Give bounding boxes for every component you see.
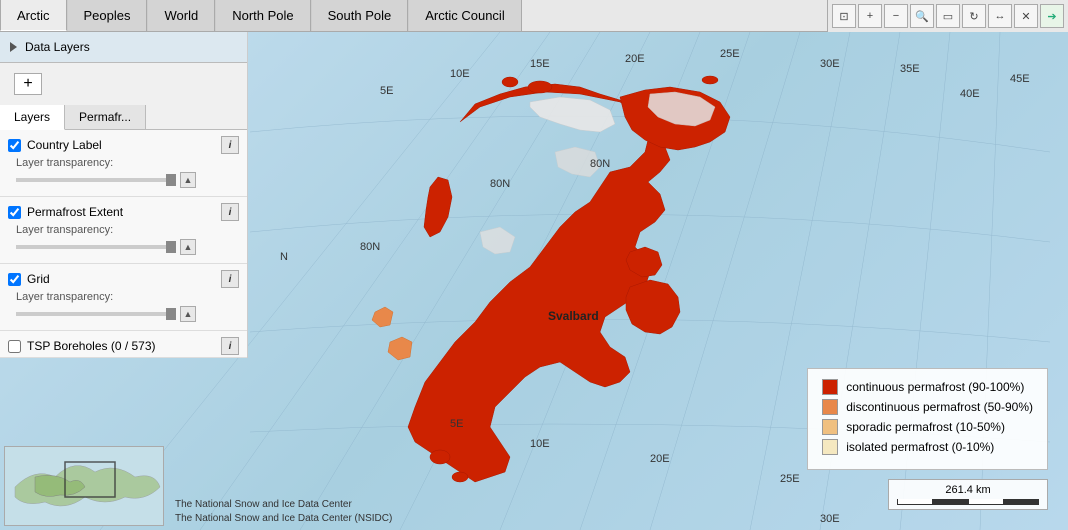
scale-label: 261.4 km — [945, 484, 990, 496]
data-layers-label: Data Layers — [25, 40, 90, 54]
svg-text:25E: 25E — [720, 48, 740, 60]
layer-permafrost-extent: Permafrost Extent i Layer transparency: … — [0, 197, 247, 264]
svg-text:80N: 80N — [490, 178, 510, 190]
zoom-out-button[interactable]: − — [884, 4, 908, 28]
tab-peoples[interactable]: Peoples — [67, 0, 148, 31]
transparency-up-1[interactable]: ▲ — [180, 239, 196, 255]
grid-checkbox[interactable] — [8, 273, 21, 286]
country-label-checkbox[interactable] — [8, 139, 21, 152]
legend-discontinuous: discontinuous permafrost (50-90%) — [822, 399, 1033, 415]
tab-south-pole[interactable]: South Pole — [311, 0, 409, 31]
layer-grid: Grid i Layer transparency: ▲ — [0, 264, 247, 331]
mini-map[interactable] — [4, 446, 164, 526]
tsp-boreholes-checkbox[interactable] — [8, 340, 21, 353]
grid-name: Grid — [27, 272, 215, 286]
tsp-boreholes-info-button[interactable]: i — [221, 337, 239, 355]
svg-text:45E: 45E — [1010, 73, 1030, 85]
legend-color-continuous — [822, 379, 838, 395]
zoom-in-button[interactable]: + — [858, 4, 882, 28]
attribution-line1: The National Snow and Ice Data Center — [175, 498, 392, 512]
permafrost-extent-info-button[interactable]: i — [221, 203, 239, 221]
svg-text:25E: 25E — [780, 473, 800, 485]
map-container[interactable]: 20E 25E 15E 10E 5E 30E 35E 45E 40E 5E 10… — [0, 32, 1068, 530]
attribution-line2: The National Snow and Ice Data Center (N… — [175, 512, 392, 526]
svg-text:15E: 15E — [530, 58, 550, 70]
svg-text:30E: 30E — [820, 58, 840, 70]
legend-label-continuous: continuous permafrost (90-100%) — [846, 380, 1024, 394]
tab-world[interactable]: World — [147, 0, 215, 31]
zoom-box-button[interactable]: ⊡ — [832, 4, 856, 28]
svg-text:20E: 20E — [625, 53, 645, 65]
tab-arctic-council[interactable]: Arctic Council — [408, 0, 521, 31]
svg-text:80N: 80N — [360, 241, 380, 253]
left-panel: Data Layers + Layers Permafr... Country … — [0, 32, 248, 358]
close-button[interactable]: ✕ — [1014, 4, 1038, 28]
legend-color-sporadic — [822, 419, 838, 435]
add-layer-button[interactable]: + — [14, 73, 42, 95]
tab-permafrost[interactable]: Permafr... — [65, 105, 146, 129]
legend-color-discontinuous — [822, 399, 838, 415]
scale-bar: 261.4 km — [888, 479, 1048, 510]
country-label-transparency: Layer transparency: ▲ — [8, 154, 239, 194]
legend-label-isolated: isolated permafrost (0-10%) — [846, 440, 994, 454]
svg-text:10E: 10E — [450, 68, 470, 80]
map-toolbar: ⊡ + − 🔍 ▭ ↻ ↔ ✕ ➔ — [827, 0, 1068, 32]
grid-transparency: Layer transparency: ▲ — [8, 288, 239, 328]
country-label-name: Country Label — [27, 138, 215, 152]
country-label-info-button[interactable]: i — [221, 136, 239, 154]
svg-text:20E: 20E — [650, 453, 670, 465]
zoom-extent-button[interactable]: ▭ — [936, 4, 960, 28]
svg-text:10E: 10E — [530, 438, 550, 450]
tab-north-pole[interactable]: North Pole — [215, 0, 310, 31]
add-icon: + — [23, 76, 32, 92]
data-layers-header[interactable]: Data Layers — [0, 32, 247, 63]
transparency-up-0[interactable]: ▲ — [180, 172, 196, 188]
measure-button[interactable]: ↔ — [988, 4, 1012, 28]
legend-isolated: isolated permafrost (0-10%) — [822, 439, 1033, 455]
legend-label-sporadic: sporadic permafrost (10-50%) — [846, 420, 1005, 434]
svg-text:Svalbard: Svalbard — [548, 309, 599, 323]
transparency-up-2[interactable]: ▲ — [180, 306, 196, 322]
legend-continuous: continuous permafrost (90-100%) — [822, 379, 1033, 395]
transparency-slider-2[interactable] — [16, 312, 176, 316]
tab-layers[interactable]: Layers — [0, 105, 65, 130]
top-navigation: Arctic Peoples World North Pole South Po… — [0, 0, 1068, 32]
legend-sporadic: sporadic permafrost (10-50%) — [822, 419, 1033, 435]
legend-color-isolated — [822, 439, 838, 455]
transparency-label-2: Layer transparency: — [16, 291, 231, 303]
export-button[interactable]: ➔ — [1040, 4, 1064, 28]
grid-info-button[interactable]: i — [221, 270, 239, 288]
transparency-slider-1[interactable] — [16, 245, 176, 249]
permafrost-extent-name: Permafrost Extent — [27, 205, 215, 219]
collapse-icon — [10, 42, 17, 52]
transparency-label-1: Layer transparency: — [16, 224, 231, 236]
transparency-slider-0[interactable] — [16, 178, 176, 182]
legend: continuous permafrost (90-100%) disconti… — [807, 368, 1048, 470]
svg-text:5E: 5E — [380, 85, 393, 97]
svg-text:30E: 30E — [820, 513, 840, 525]
permafrost-extent-checkbox[interactable] — [8, 206, 21, 219]
layer-tsp-boreholes: TSP Boreholes (0 / 573) i — [0, 331, 247, 358]
tsp-boreholes-name: TSP Boreholes (0 / 573) — [27, 339, 215, 353]
svg-text:40E: 40E — [960, 88, 980, 100]
permafrost-extent-transparency: Layer transparency: ▲ — [8, 221, 239, 261]
svg-text:80N: 80N — [590, 158, 610, 170]
legend-label-discontinuous: discontinuous permafrost (50-90%) — [846, 400, 1033, 414]
transparency-label-0: Layer transparency: — [16, 157, 231, 169]
search-button[interactable]: 🔍 — [910, 4, 934, 28]
layer-country-label: Country Label i Layer transparency: ▲ — [0, 130, 247, 197]
pan-button[interactable]: ↻ — [962, 4, 986, 28]
scale-bar-line — [897, 499, 1039, 505]
svg-text:35E: 35E — [900, 63, 920, 75]
tab-arctic[interactable]: Arctic — [0, 0, 67, 31]
attribution: The National Snow and Ice Data Center Th… — [175, 498, 392, 526]
layer-tabs: Layers Permafr... — [0, 105, 247, 130]
svg-text:N: N — [280, 251, 288, 263]
svg-text:5E: 5E — [450, 418, 463, 430]
